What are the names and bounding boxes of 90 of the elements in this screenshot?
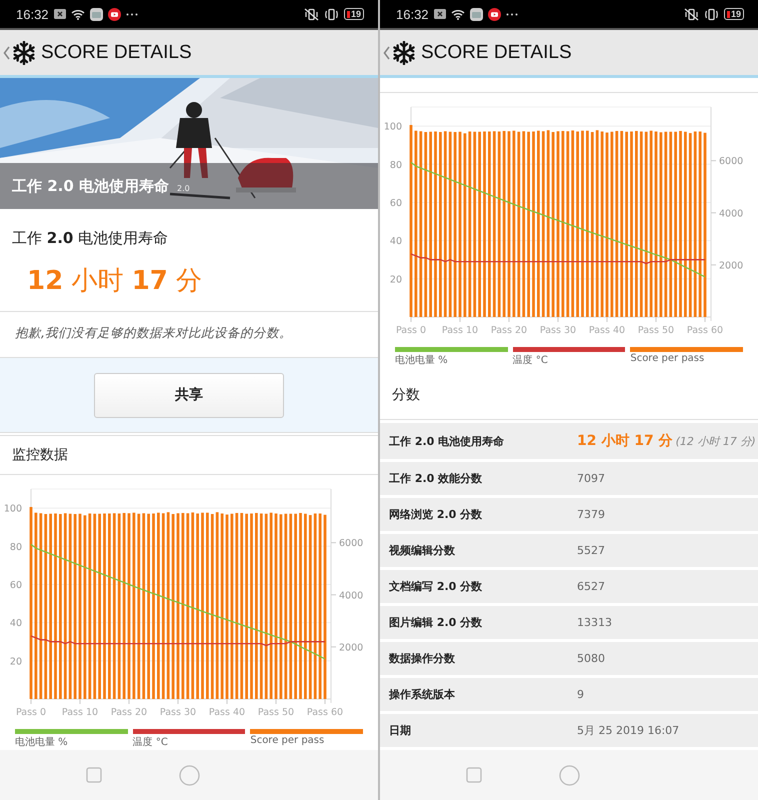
- mute-icon: [684, 8, 699, 20]
- score-value: 13313: [577, 616, 612, 629]
- axis-label: 6000: [719, 156, 744, 168]
- axis-label: 60: [390, 198, 402, 209]
- axis-label: 20: [10, 656, 22, 668]
- snowflake-icon: [392, 40, 416, 64]
- back-icon[interactable]: [3, 46, 10, 60]
- score-value: 6527: [577, 580, 605, 593]
- play-icon: [108, 8, 121, 20]
- test-score: 12 小时 17 分: [26, 265, 204, 298]
- score-label: 工作 2.0 效能分数: [389, 471, 484, 486]
- wifi-icon: [70, 8, 85, 20]
- screen-title: SCORE DETAILS: [41, 42, 192, 64]
- axis-label: 80: [390, 160, 402, 171]
- axis-label: 4000: [719, 208, 744, 220]
- share-button[interactable]: 共享: [94, 372, 284, 418]
- section-title: 监控数据: [0, 435, 378, 475]
- axis-label: Pass 50: [258, 707, 294, 718]
- hero-title: 工作 2.0 电池使用寿命: [12, 176, 170, 196]
- score-label: 网络浏览 2.0 分数: [389, 507, 484, 522]
- vibrate-icon: [704, 8, 719, 20]
- score-value: 12 小时 17 分: [577, 433, 673, 449]
- axis-label: 2000: [719, 260, 744, 272]
- legend-label: 电池电量 %: [15, 736, 69, 749]
- score-value: 9: [577, 688, 584, 701]
- recent-apps-icon[interactable]: [86, 767, 102, 783]
- axis-label: Pass 10: [62, 707, 98, 718]
- battery-indicator: 19: [724, 8, 744, 20]
- screen-title: SCORE DETAILS: [421, 42, 572, 64]
- legend-label: 温度 °C: [512, 354, 549, 367]
- home-icon[interactable]: [179, 764, 200, 786]
- axis-label: Pass 30: [160, 707, 196, 718]
- back-icon[interactable]: [383, 46, 390, 60]
- more-icon: [506, 12, 518, 16]
- test-title: 工作 2.0 电池使用寿命: [11, 228, 170, 249]
- version-label: 2.0: [177, 184, 190, 192]
- mute-icon: [304, 8, 319, 20]
- axis-label: 20: [390, 274, 402, 286]
- axis-label: Pass 0: [396, 325, 426, 336]
- score-value: 5527: [577, 544, 605, 557]
- score-note: (12 小时 17 分): [676, 435, 756, 448]
- wifi-icon: [450, 8, 465, 20]
- axis-label: Pass 0: [16, 707, 46, 718]
- score-label: 日期: [389, 723, 412, 738]
- axis-label: 100: [384, 122, 402, 133]
- home-icon[interactable]: [559, 764, 580, 786]
- notification-icon: [54, 9, 66, 19]
- section-title: 分数: [380, 371, 758, 420]
- more-icon: [126, 12, 138, 16]
- axis-label: Pass 10: [442, 325, 478, 336]
- score-label: 数据操作分数: [389, 651, 456, 666]
- axis-label: 4000: [339, 590, 364, 602]
- axis-label: 40: [390, 236, 402, 248]
- score-label: 操作系统版本: [389, 687, 456, 702]
- axis-label: 40: [10, 618, 22, 630]
- recent-apps-icon[interactable]: [466, 767, 482, 783]
- score-value: 7379: [577, 508, 605, 521]
- axis-label: Pass 40: [208, 707, 246, 718]
- legend-label: Score per pass: [630, 353, 706, 364]
- score-label: 文档编写 2.0 分数: [389, 579, 484, 594]
- axis-label: 60: [10, 580, 22, 591]
- status-time: 16:32: [16, 6, 49, 22]
- vibrate-icon: [324, 8, 339, 20]
- axis-label: 80: [10, 542, 22, 553]
- notification-icon: [434, 9, 446, 19]
- score-label: 工作 2.0 电池使用寿命: [389, 434, 506, 448]
- app-icon: [90, 8, 103, 20]
- axis-label: 100: [4, 504, 22, 515]
- axis-label: Pass 30: [540, 325, 576, 336]
- score-value: 5080: [577, 652, 605, 665]
- snowflake-icon: [12, 40, 36, 64]
- legend-label: 电池电量 %: [395, 354, 449, 367]
- score-value: 5月 25 2019 16:07: [577, 724, 680, 737]
- axis-label: Pass 20: [490, 325, 528, 336]
- axis-label: 6000: [339, 538, 364, 550]
- axis-label: Pass 60: [306, 707, 344, 718]
- axis-label: Pass 60: [686, 325, 724, 336]
- legend-label: 温度 °C: [132, 736, 169, 749]
- score-label: 图片编辑 2.0 分数: [389, 615, 484, 630]
- axis-label: Pass 40: [588, 325, 626, 336]
- axis-label: Pass 50: [638, 325, 674, 336]
- status-time: 16:32: [396, 6, 429, 22]
- axis-label: 2000: [339, 642, 364, 654]
- play-icon: [488, 8, 501, 20]
- axis-label: Pass 20: [110, 707, 148, 718]
- score-value: 7097: [577, 472, 605, 485]
- battery-indicator: 19: [344, 8, 364, 20]
- score-label: 视频编辑分数: [389, 543, 456, 558]
- app-icon: [470, 8, 483, 20]
- legend-label: Score per pass: [250, 735, 326, 746]
